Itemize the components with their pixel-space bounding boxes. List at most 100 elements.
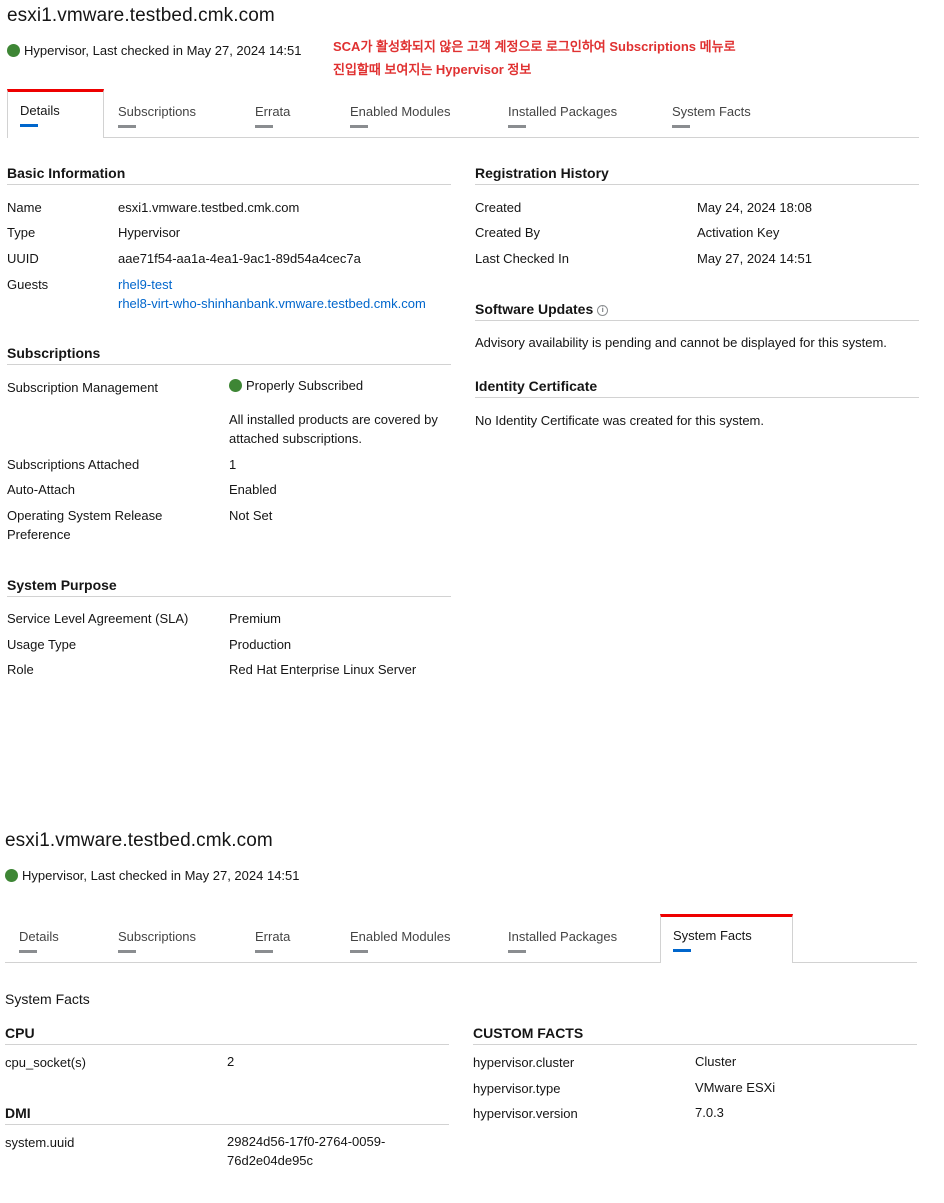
type-value: Hypervisor xyxy=(118,225,181,240)
os-release-value: Not Set xyxy=(229,508,273,523)
tab-label: System Facts xyxy=(672,104,751,119)
system-uuid-label: system.uuid xyxy=(5,1135,75,1150)
tab-installed-packages[interactable]: Installed Packages xyxy=(494,914,660,962)
tab-indicator xyxy=(20,124,38,127)
usage-type-value: Production xyxy=(229,637,292,652)
status-ok-icon xyxy=(7,44,20,57)
tab-subscriptions[interactable]: Subscriptions xyxy=(104,89,241,137)
subscription-management-label: Subscription Management xyxy=(7,380,159,395)
status-text: Hypervisor, Last checked in May 27, 2024… xyxy=(22,868,300,883)
registration-history-heading: Registration History xyxy=(475,165,919,185)
tab-bar-2: Details Subscriptions Errata Enabled Mod… xyxy=(5,914,917,963)
tab-label: Installed Packages xyxy=(508,104,618,119)
tab-subscriptions[interactable]: Subscriptions xyxy=(104,914,241,962)
role-value: Red Hat Enterprise Linux Server xyxy=(229,662,417,677)
subscriptions-heading: Subscriptions xyxy=(7,345,451,365)
page-title: esxi1.vmware.testbed.cmk.com xyxy=(7,5,275,26)
fact-value: Cluster xyxy=(695,1054,737,1069)
subscription-status-text: Properly Subscribed xyxy=(246,378,364,393)
tab-indicator xyxy=(19,950,37,953)
status-line: Hypervisor, Last checked in May 27, 2024… xyxy=(7,43,302,58)
software-updates-text: Advisory availability is pending and can… xyxy=(475,335,887,350)
tab-label: Subscriptions xyxy=(118,929,197,944)
subscription-note-1: All installed products are covered by xyxy=(229,412,438,427)
tab-label: Errata xyxy=(255,104,291,119)
name-label: Name xyxy=(7,200,42,215)
tab-indicator xyxy=(118,125,136,128)
os-release-label-1: Operating System Release xyxy=(7,508,163,523)
tab-indicator xyxy=(673,949,691,952)
tab-label: Enabled Modules xyxy=(350,929,451,944)
custom-facts-heading: CUSTOM FACTS xyxy=(473,1025,917,1045)
tab-indicator xyxy=(508,125,526,128)
tab-enabled-modules[interactable]: Enabled Modules xyxy=(336,914,494,962)
fact-label: hypervisor.cluster xyxy=(473,1055,575,1070)
created-label: Created xyxy=(475,200,522,215)
tab-indicator xyxy=(255,950,273,953)
fact-value: VMware ESXi xyxy=(695,1080,776,1095)
guests-label: Guests xyxy=(7,277,49,292)
page-title-2: esxi1.vmware.testbed.cmk.com xyxy=(5,830,273,851)
os-release-label-2: Preference xyxy=(7,527,71,542)
status-text: Hypervisor, Last checked in May 27, 2024… xyxy=(24,43,302,58)
guest-link-2[interactable]: rhel8-virt-who-shinhanbank.vmware.testbe… xyxy=(118,294,426,313)
tab-details[interactable]: Details xyxy=(5,914,104,962)
tab-label: System Facts xyxy=(673,928,752,943)
usage-type-label: Usage Type xyxy=(7,637,77,652)
tab-indicator xyxy=(350,950,368,953)
subscription-status: Properly Subscribed xyxy=(229,378,363,393)
fact-value: 7.0.3 xyxy=(695,1105,724,1120)
cpu-socket-value: 2 xyxy=(227,1054,235,1069)
tab-details[interactable]: Details xyxy=(7,89,104,138)
tab-enabled-modules[interactable]: Enabled Modules xyxy=(336,89,494,137)
subscriptions-attached-label: Subscriptions Attached xyxy=(7,457,140,472)
identity-certificate-text: No Identity Certificate was created for … xyxy=(475,413,764,428)
created-by-label: Created By xyxy=(475,225,541,240)
tab-errata[interactable]: Errata xyxy=(241,914,336,962)
role-label: Role xyxy=(7,662,34,677)
guest-link-1[interactable]: rhel9-test xyxy=(118,275,172,294)
tab-label: Subscriptions xyxy=(118,104,197,119)
tab-bar: Details Subscriptions Errata Enabled Mod… xyxy=(7,89,919,138)
system-uuid-value-1: 29824d56-17f0-2764-0059- xyxy=(227,1134,386,1149)
uuid-value: aae71f54-aa1a-4ea1-9ac1-89d54a4cec7a xyxy=(118,251,361,266)
system-facts-title: System Facts xyxy=(5,991,90,1007)
auto-attach-label: Auto-Attach xyxy=(7,482,75,497)
basic-info-heading: Basic Information xyxy=(7,165,451,185)
tab-label: Installed Packages xyxy=(508,929,618,944)
last-checked-label: Last Checked In xyxy=(475,251,569,266)
tab-system-facts[interactable]: System Facts xyxy=(660,89,800,137)
system-purpose-heading: System Purpose xyxy=(7,577,451,597)
subscriptions-attached-value: 1 xyxy=(229,457,237,472)
last-checked-value: May 27, 2024 14:51 xyxy=(697,251,812,266)
auto-attach-value: Enabled xyxy=(229,482,277,497)
tab-label: Errata xyxy=(255,929,291,944)
tab-installed-packages[interactable]: Installed Packages xyxy=(494,89,660,137)
tab-label: Enabled Modules xyxy=(350,104,451,119)
cpu-heading: CPU xyxy=(5,1025,449,1045)
info-icon[interactable]: i xyxy=(597,304,609,316)
software-updates-heading: Software Updates i xyxy=(475,301,919,321)
annotation-line-1: SCA가 활성화되지 않은 고객 계정으로 로그인하여 Subscription… xyxy=(333,39,736,54)
status-line-2: Hypervisor, Last checked in May 27, 2024… xyxy=(5,868,300,883)
created-by-value: Activation Key xyxy=(697,225,780,240)
cpu-socket-label: cpu_socket(s) xyxy=(5,1055,86,1070)
tab-system-facts[interactable]: System Facts xyxy=(660,914,793,963)
sla-label: Service Level Agreement (SLA) xyxy=(7,611,189,626)
tab-errata[interactable]: Errata xyxy=(241,89,336,137)
tab-indicator xyxy=(255,125,273,128)
tab-indicator xyxy=(118,950,136,953)
tab-label: Details xyxy=(19,929,59,944)
identity-certificate-heading: Identity Certificate xyxy=(475,378,919,398)
tab-indicator xyxy=(672,125,690,128)
sla-value: Premium xyxy=(229,611,282,626)
system-uuid-value-2: 76d2e04de95c xyxy=(227,1153,314,1168)
subscription-note-2: attached subscriptions. xyxy=(229,431,362,446)
dmi-heading: DMI xyxy=(5,1105,449,1125)
tab-indicator xyxy=(350,125,368,128)
tab-label: Details xyxy=(20,103,60,118)
type-label: Type xyxy=(7,225,36,240)
annotation-line-2: 진입할때 보여지는 Hypervisor 정보 xyxy=(333,62,532,77)
tab-indicator xyxy=(508,950,526,953)
created-value: May 24, 2024 18:08 xyxy=(697,200,812,215)
